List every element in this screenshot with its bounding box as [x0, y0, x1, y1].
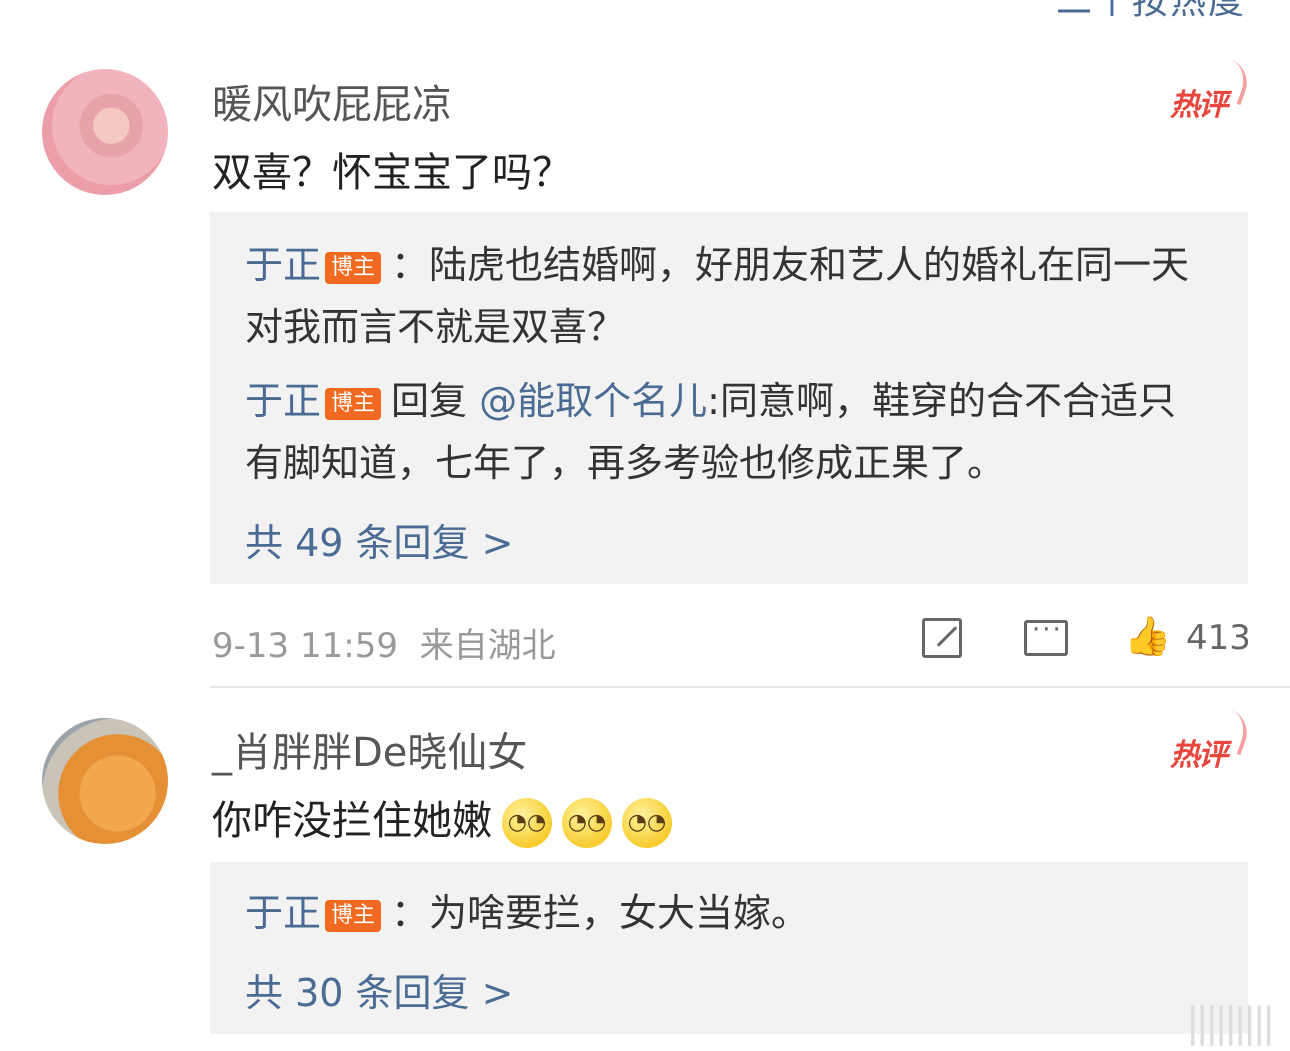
blogger-badge: 博主 [325, 251, 382, 284]
flame-icon [1215, 58, 1255, 106]
avatar[interactable] [42, 718, 168, 844]
timestamp: 9-13 11:59 [212, 626, 398, 666]
reply-text: ：为啥要拦，女大当嫁。 [391, 891, 810, 935]
covering-eyes-emoji: ◔◔ [502, 798, 552, 848]
reply-text: ：陆虎也结婚啊，好朋友和艺人的婚礼在同一天对我而言不就是双喜？ [245, 243, 1190, 349]
reply-item: 于正 博主 ：为啥要拦，女大当嫁。 [245, 882, 1205, 944]
watermark-graphic: ||||||||| [1186, 1000, 1275, 1046]
thumbs-up-icon[interactable]: 👍 [1124, 616, 1171, 656]
comment-username[interactable]: _肖胖胖De晓仙女 [212, 720, 527, 778]
like-count[interactable]: 413 [1186, 618, 1251, 658]
reply-author[interactable]: 于正 [245, 243, 321, 287]
hot-comment-badge: 热评 [1170, 708, 1255, 774]
blogger-badge: 博主 [325, 899, 382, 932]
header-fragment: 二个按热度 [1055, 0, 1246, 22]
comment-meta: 9-13 11:59 来自湖北 [212, 618, 556, 667]
reply-item: 于正 博主 回复 @能取个名儿:同意啊，鞋穿的合不合适只有脚知道，七年了，再多考验也… [245, 370, 1205, 494]
comment-icon[interactable] [1024, 615, 1068, 656]
blogger-badge: 博主 [325, 387, 382, 420]
share-icon[interactable] [922, 618, 962, 658]
covering-eyes-emoji: ◔◔ [622, 798, 672, 848]
divider [210, 686, 1290, 688]
reply-box[interactable]: 于正 博主 ：陆虎也结婚啊，好朋友和艺人的婚礼在同一天对我而言不就是双喜？ 于正 博主… [210, 212, 1248, 584]
comment-text: 你咋没拦住她嫩 ◔◔ ◔◔ ◔◔ [212, 788, 672, 848]
view-more-replies-link[interactable]: 共 49 条回复 > [245, 512, 513, 567]
comment-username[interactable]: 暖风吹屁屁凉 [212, 72, 452, 130]
reply-box[interactable]: 于正 博主 ：为啥要拦，女大当嫁。 共 30 条回复 > [210, 862, 1248, 1034]
mention-link[interactable]: @能取个名儿 [479, 379, 707, 423]
location: 来自湖北 [419, 626, 556, 666]
flame-icon [1215, 708, 1255, 756]
reply-prefix: 回复 [391, 379, 468, 423]
reply-author[interactable]: 于正 [245, 379, 321, 423]
comment-text: 双喜？怀宝宝了吗？ [212, 150, 572, 196]
hot-comment-badge: 热评 [1170, 58, 1255, 124]
covering-eyes-emoji: ◔◔ [562, 798, 612, 848]
reply-author[interactable]: 于正 [245, 891, 321, 935]
view-more-replies-link[interactable]: 共 30 条回复 > [245, 962, 513, 1017]
avatar[interactable] [42, 69, 168, 195]
reply-item: 于正 博主 ：陆虎也结婚啊，好朋友和艺人的婚礼在同一天对我而言不就是双喜？ [245, 234, 1205, 358]
reply-text: :同意啊，鞋穿的合不合适只有脚知道，七年了，再多考验也修成正果了。 [245, 379, 1176, 485]
